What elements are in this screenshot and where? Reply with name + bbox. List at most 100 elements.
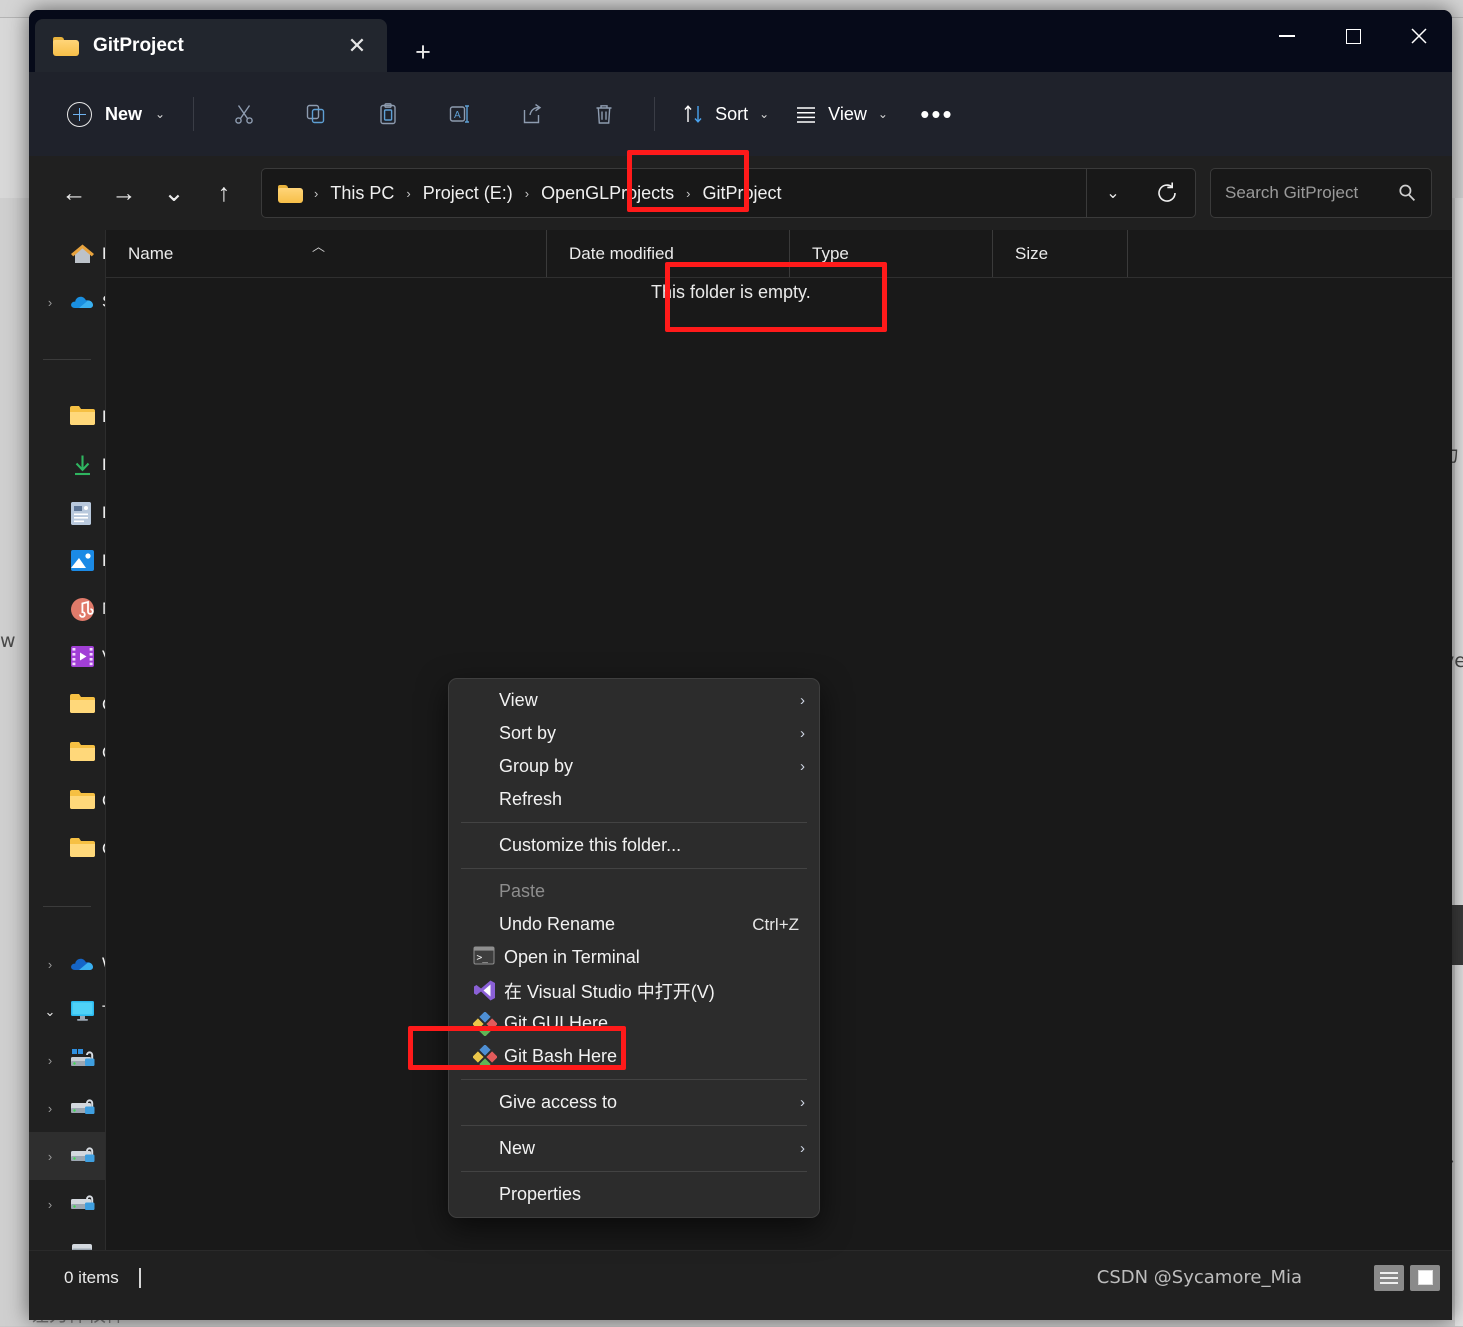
sort-button[interactable]: Sort ⌄: [669, 91, 782, 137]
details-view-button[interactable]: [1374, 1265, 1404, 1291]
context-menu-item-git-bash-here[interactable]: Git Bash Here: [449, 1040, 819, 1073]
sidebar-item-desktop[interactable]: Desktop: [29, 393, 105, 441]
plus-circle-icon: [67, 102, 92, 127]
address-dropdown-button[interactable]: ⌄: [1087, 183, 1139, 203]
context-menu-item-new[interactable]: New ›: [449, 1132, 819, 1165]
sidebar-item-windows-drive[interactable]: ›: [29, 1036, 105, 1084]
paste-icon: [376, 102, 400, 126]
context-menu-separator: [461, 822, 807, 823]
large-icons-view-button[interactable]: [1410, 1265, 1440, 1291]
context-menu-item-open-in-terminal[interactable]: >_ Open in Terminal: [449, 941, 819, 974]
context-menu-item-undo-rename[interactable]: Undo Rename Ctrl+Z: [449, 908, 819, 941]
breadcrumb-gitproject[interactable]: GitProject: [696, 179, 789, 208]
menu-label: Paste: [499, 881, 805, 902]
column-label: Size: [1015, 244, 1048, 264]
context-menu[interactable]: View › Sort by › Group by › Refresh Cust…: [448, 678, 820, 1218]
maximize-button[interactable]: [1320, 10, 1386, 62]
column-header-name[interactable]: Name ︿: [106, 230, 546, 277]
sidebar-item-folder-1[interactable]: O: [29, 681, 105, 729]
sidebar-item-folder-3[interactable]: O: [29, 777, 105, 825]
share-button[interactable]: [496, 91, 568, 137]
column-header-size[interactable]: Size: [992, 230, 1128, 277]
sidebar-item-this-pc[interactable]: ⌄ T: [29, 988, 105, 1036]
sidebar-item-music[interactable]: Music: [29, 585, 105, 633]
sidebar-item-documents[interactable]: Documents: [29, 489, 105, 537]
breadcrumb-this-pc[interactable]: This PC: [323, 179, 401, 208]
context-menu-item-properties[interactable]: Properties: [449, 1178, 819, 1211]
column-header-type[interactable]: Type: [789, 230, 992, 277]
menu-label: Git GUI Here: [504, 1013, 805, 1034]
sidebar-item-folder-4[interactable]: O: [29, 825, 105, 873]
sidebar-item-onedrive-work[interactable]: › W: [29, 940, 105, 988]
sidebar-item-videos[interactable]: Videos: [29, 633, 105, 681]
sidebar-item-onedrive[interactable]: › S: [29, 278, 105, 326]
onedrive-icon: [69, 289, 96, 316]
delete-button[interactable]: [568, 91, 640, 137]
more-options-button[interactable]: •••: [901, 91, 973, 137]
back-button[interactable]: ←: [49, 168, 99, 218]
new-tab-icon[interactable]: +: [403, 32, 443, 72]
column-header-date-modified[interactable]: Date modified: [546, 230, 789, 277]
context-menu-item-sort-by[interactable]: Sort by ›: [449, 717, 819, 750]
sidebar-item-drive-2[interactable]: ›: [29, 1132, 105, 1180]
forward-button[interactable]: →: [99, 168, 149, 218]
svg-text:A: A: [454, 110, 461, 121]
view-button[interactable]: View ⌄: [782, 91, 901, 137]
cut-button[interactable]: [208, 91, 280, 137]
context-menu-item-view[interactable]: View ›: [449, 684, 819, 717]
item-count-label: 0 items: [64, 1268, 119, 1288]
minimize-icon: [1279, 35, 1295, 37]
status-bar: 0 items CSDN @Sycamore_Mia: [29, 1250, 1452, 1304]
up-button[interactable]: ↑: [199, 168, 249, 218]
expander[interactable]: ›: [37, 957, 63, 972]
navigation-pane[interactable]: Home › S Desktop: [29, 230, 105, 1250]
expander[interactable]: ›: [37, 1197, 63, 1212]
ellipsis-icon: •••: [920, 108, 953, 121]
context-menu-item-open-in-visual-studio[interactable]: 在 Visual Studio 中打开(V): [449, 974, 819, 1007]
breadcrumb-project-e[interactable]: Project (E:): [416, 179, 520, 208]
address-bar[interactable]: › This PC › Project (E:) › OpenGLProject…: [261, 168, 1196, 218]
context-menu-item-git-gui-here[interactable]: Git GUI Here: [449, 1007, 819, 1040]
sidebar-item-drive-3[interactable]: ›: [29, 1180, 105, 1228]
toolbar-divider: [654, 97, 655, 131]
expander[interactable]: ›: [37, 1149, 63, 1164]
refresh-button[interactable]: [1139, 181, 1195, 205]
chevron-right-icon: ›: [800, 758, 805, 775]
tab-gitproject[interactable]: GitProject ✕: [35, 19, 387, 72]
close-window-button[interactable]: [1386, 10, 1452, 62]
menu-label: 在 Visual Studio 中打开(V): [504, 978, 805, 1004]
pictures-icon: [69, 548, 96, 575]
sidebar-item-folder-2[interactable]: O: [29, 729, 105, 777]
paste-button[interactable]: [352, 91, 424, 137]
nav-spacer: [29, 373, 105, 393]
chevron-down-icon: ⌄: [878, 107, 888, 121]
recent-locations-button[interactable]: ⌄: [149, 168, 199, 218]
sidebar-item-dvd-drive[interactable]: ›: [29, 1228, 105, 1250]
minimize-button[interactable]: [1254, 10, 1320, 62]
new-button-label: New: [105, 104, 142, 125]
new-button[interactable]: New ⌄: [59, 93, 179, 136]
breadcrumb-openglprojects[interactable]: OpenGLProjects: [534, 179, 681, 208]
sidebar-item-downloads[interactable]: Downloads: [29, 441, 105, 489]
maximize-icon: [1346, 29, 1361, 44]
search-input[interactable]: Search GitProject: [1225, 183, 1389, 203]
column-header-row: Name ︿ Date modified Type Size: [106, 230, 1452, 278]
thispc-icon: [69, 999, 96, 1026]
expander[interactable]: ›: [37, 1101, 63, 1116]
expander[interactable]: ›: [37, 1053, 63, 1068]
context-menu-item-group-by[interactable]: Group by ›: [449, 750, 819, 783]
sidebar-item-pictures[interactable]: Pictures: [29, 537, 105, 585]
context-menu-separator: [461, 1125, 807, 1126]
copy-button[interactable]: [280, 91, 352, 137]
close-tab-icon[interactable]: ✕: [337, 26, 377, 66]
sidebar-item-home[interactable]: Home: [29, 230, 105, 278]
terminal-icon: >_: [473, 946, 500, 970]
context-menu-item-customize-folder[interactable]: Customize this folder...: [449, 829, 819, 862]
search-box[interactable]: Search GitProject: [1210, 168, 1432, 218]
expander[interactable]: ⌄: [37, 1004, 63, 1020]
context-menu-item-refresh[interactable]: Refresh: [449, 783, 819, 816]
expander[interactable]: ›: [37, 295, 63, 310]
context-menu-item-give-access-to[interactable]: Give access to ›: [449, 1086, 819, 1119]
rename-button[interactable]: A: [424, 91, 496, 137]
sidebar-item-drive-1[interactable]: ›: [29, 1084, 105, 1132]
